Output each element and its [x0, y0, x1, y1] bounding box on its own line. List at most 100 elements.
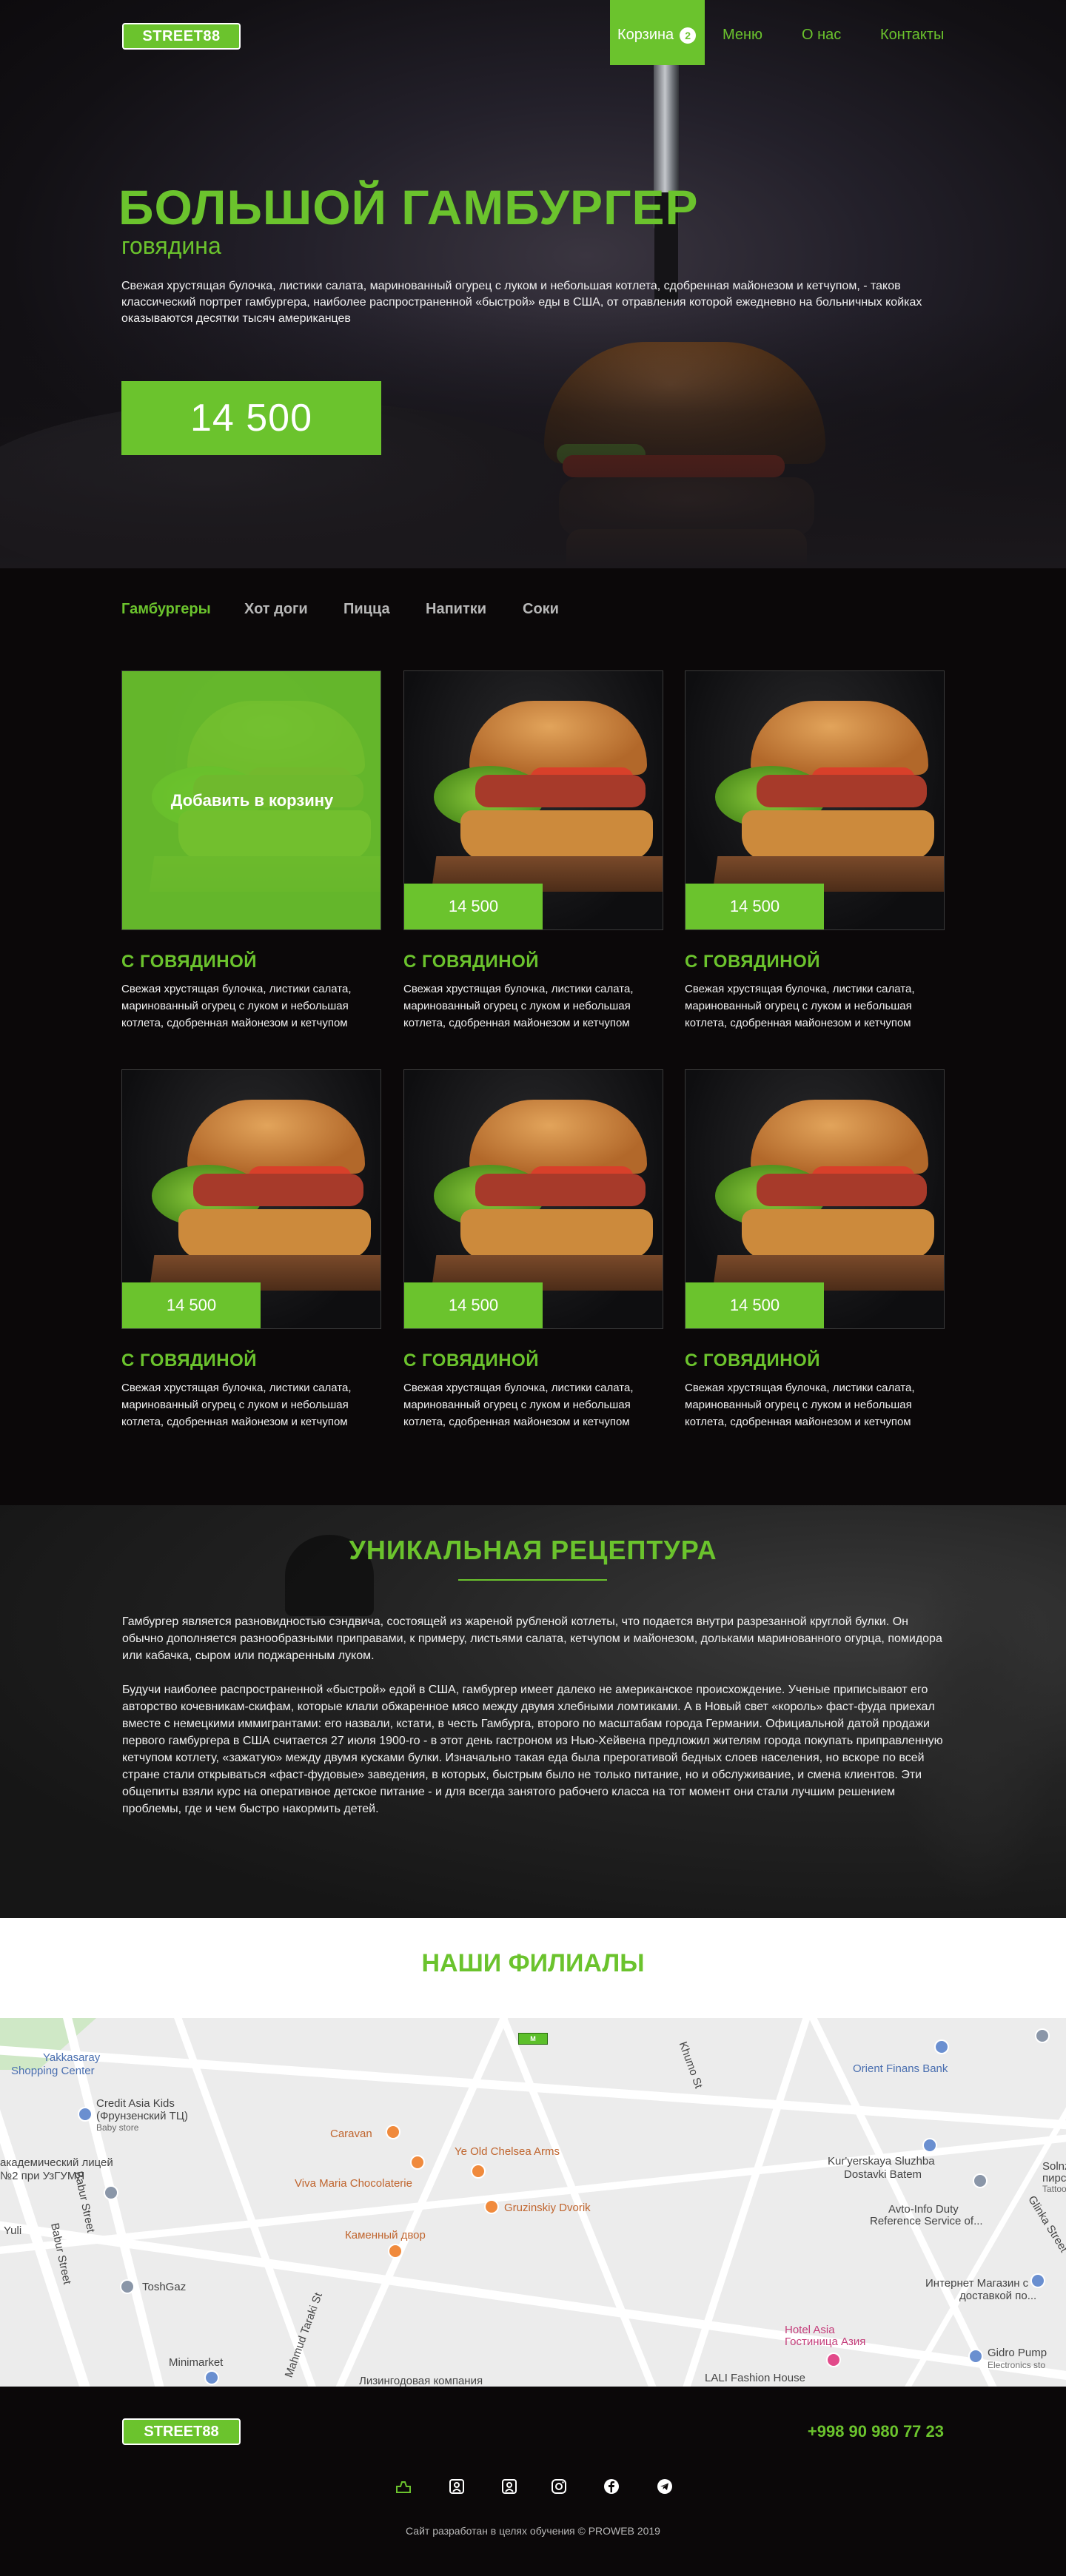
footer [0, 2387, 1066, 2576]
map-label: Khumo St [676, 2039, 705, 2091]
instagram-circle-icon[interactable] [550, 2478, 568, 2495]
branches-title: НАШИ ФИЛИАЛЫ [421, 1949, 645, 1977]
product-image[interactable]: 14 500 [403, 670, 663, 930]
nav-menu[interactable]: Меню [723, 27, 762, 44]
map-pin-icon[interactable] [104, 2185, 118, 2200]
product-price[interactable]: 14 500 [685, 1282, 824, 1328]
map-pin-icon[interactable] [968, 2349, 983, 2364]
product-image[interactable]: 14 500 [685, 1069, 945, 1329]
map-label: академический лицей [0, 2156, 113, 2169]
footer-logo[interactable]: STREET88 [122, 2418, 241, 2445]
instagram-alt-icon[interactable] [500, 2478, 518, 2495]
map-pin-icon[interactable] [484, 2199, 499, 2214]
map-label: пирсх [1042, 2172, 1066, 2185]
map-pin-icon[interactable] [78, 2107, 93, 2122]
map-pin-icon[interactable] [388, 2244, 403, 2259]
branches-map[interactable]: M Yakkasaray Shopping Center Credit Asia… [0, 2018, 1066, 2387]
product-price[interactable]: 14 500 [122, 1282, 261, 1328]
cart-count-badge: 2 [680, 27, 697, 44]
cart-button[interactable]: Корзина 2 [610, 0, 705, 65]
map-pin-icon[interactable] [973, 2173, 988, 2188]
map-label: ToshGaz [142, 2281, 187, 2293]
product-image[interactable]: 14 500 [121, 1069, 381, 1329]
map-label: Shopping Center [11, 2065, 95, 2077]
map-pin-icon[interactable] [922, 2138, 937, 2153]
map-label: Credit Asia Kids [96, 2097, 175, 2110]
hero-title: БОЛЬШОЙ ГАМБУРГЕР [118, 180, 699, 235]
map-pin-icon[interactable] [120, 2279, 135, 2294]
product-description: Свежая хрустящая булочка, листики салата… [121, 1382, 352, 1428]
product-title[interactable]: С ГОВЯДИНОЙ [403, 1351, 663, 1371]
map-pin-icon[interactable] [386, 2125, 400, 2139]
map-label: Electronics sto [988, 2360, 1046, 2370]
recipe-divider [458, 1579, 607, 1581]
map-pin-icon[interactable] [826, 2353, 841, 2367]
nav-contacts[interactable]: Контакты [880, 27, 944, 44]
map-label: Лизингодовая компания [359, 2375, 483, 2387]
map-pin-icon[interactable] [204, 2370, 219, 2385]
map-label: доставкой по... [959, 2290, 1037, 2302]
map-label: Tattoo [1042, 2184, 1066, 2194]
map-label: Reference Service of... [870, 2215, 983, 2227]
map-label: Gidro Pump [988, 2347, 1047, 2359]
map-label: Babur Street [72, 2170, 98, 2234]
map-label: Yakkasaray [43, 2051, 101, 2064]
map-pin-icon[interactable] [471, 2164, 486, 2179]
tab-drinks[interactable]: Напитки [426, 601, 486, 618]
product-description: Свежая хрустящая булочка, листики салата… [685, 983, 915, 1029]
footer-phone[interactable]: +998 90 980 77 23 [792, 2422, 944, 2441]
nav-about[interactable]: О нас [802, 27, 841, 44]
telegram-icon[interactable] [656, 2478, 674, 2495]
map-label: Baby store [96, 2122, 139, 2133]
product-title[interactable]: С ГОВЯДИНОЙ [121, 952, 381, 972]
map-label: Orient Finans Bank [853, 2062, 948, 2075]
instagram-icon[interactable] [448, 2478, 466, 2495]
cart-label: Корзина [617, 27, 674, 43]
product-description: Свежая хрустящая булочка, листики салата… [121, 983, 352, 1029]
product-title[interactable]: С ГОВЯДИНОЙ [121, 1351, 381, 1371]
metro-badge: M [518, 2033, 548, 2045]
map-pin-icon[interactable] [934, 2039, 949, 2054]
logo[interactable]: STREET88 [122, 23, 241, 50]
map-label: LALI Fashion House [705, 2372, 805, 2384]
map-label: Kur'yerskaya Sluzhba [828, 2155, 935, 2168]
map-pin-icon[interactable] [1035, 2028, 1050, 2043]
product-price[interactable]: 14 500 [404, 1282, 543, 1328]
map-label: (Фрунзенский ТЦ) [96, 2110, 188, 2122]
map-pin-icon[interactable] [1030, 2273, 1045, 2288]
map-label: Glinka Street [1025, 2193, 1066, 2255]
map-label: Avto-Info Duty [888, 2203, 959, 2216]
product-title[interactable]: С ГОВЯДИНОЙ [685, 952, 945, 972]
tab-hamburgers[interactable]: Гамбургеры [121, 601, 211, 618]
map-label: Viva Maria Chocolaterie [295, 2177, 412, 2190]
foursquare-icon[interactable] [395, 2478, 412, 2495]
map-label: Ye Old Chelsea Arms [455, 2145, 560, 2158]
recipe-title: УНИКАЛЬНАЯ РЕЦЕПТУРА [349, 1535, 717, 1565]
tab-hotdogs[interactable]: Хот доги [244, 601, 308, 618]
tab-pizza[interactable]: Пицца [343, 601, 390, 618]
map-label: Каменный двор [345, 2229, 426, 2242]
product-image[interactable]: Добавить в корзину [121, 670, 381, 930]
tab-juices[interactable]: Соки [523, 601, 559, 618]
map-label: Caravan [330, 2128, 372, 2140]
recipe-paragraph: Гамбургер является разновидностью сэндви… [122, 1615, 942, 1662]
product-price[interactable]: 14 500 [404, 884, 543, 929]
map-label: Solnz [1042, 2160, 1066, 2173]
map-label: Gruzinskiy Dvorik [504, 2202, 591, 2214]
map-label: Гостиница Азия [785, 2335, 866, 2348]
map-label: Dostavki Batem [844, 2168, 922, 2181]
product-title[interactable]: С ГОВЯДИНОЙ [685, 1351, 945, 1371]
product-image[interactable]: 14 500 [685, 670, 945, 930]
product-image[interactable]: 14 500 [403, 1069, 663, 1329]
recipe-paragraph: Будучи наиболее распространенной «быстро… [122, 1684, 943, 1815]
add-to-cart-button[interactable]: Добавить в корзину [122, 791, 381, 810]
product-description: Свежая хрустящая булочка, листики салата… [685, 1382, 915, 1428]
copyright: Сайт разработан в целях обучения © PROWE… [406, 2525, 660, 2537]
hero-price-button[interactable]: 14 500 [121, 381, 381, 455]
product-title[interactable]: С ГОВЯДИНОЙ [403, 952, 663, 972]
facebook-icon[interactable] [603, 2478, 620, 2495]
hero-subtitle: говядина [121, 232, 221, 259]
hero-description: Свежая хрустящая булочка, листики салата… [121, 280, 922, 325]
product-price[interactable]: 14 500 [685, 884, 824, 929]
map-pin-icon[interactable] [410, 2155, 425, 2170]
